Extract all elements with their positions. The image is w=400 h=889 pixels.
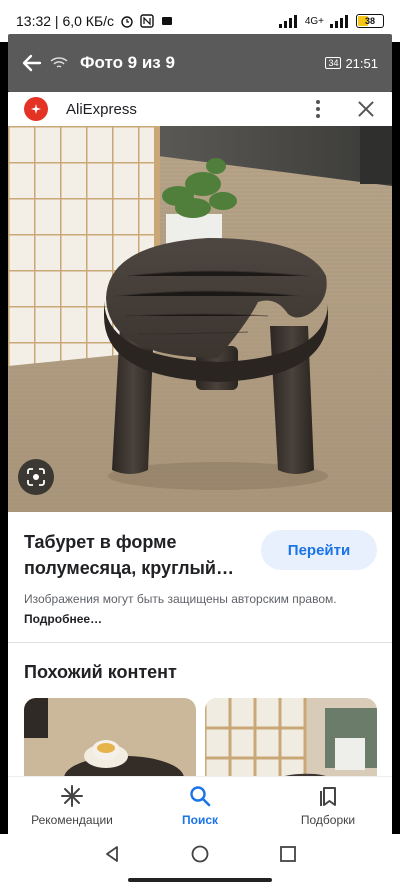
battery-icon: 38 bbox=[356, 14, 384, 28]
recents-square-icon[interactable] bbox=[279, 845, 297, 863]
bottom-navigation: Рекомендации Поиск Подборки bbox=[8, 776, 392, 834]
network-type: 4G+ bbox=[304, 15, 324, 27]
viewer-title: Фото 9 из 9 bbox=[80, 53, 175, 72]
status-time: 13:32 | 6,0 КБ/с bbox=[16, 13, 115, 29]
nav-label: Рекомендации bbox=[31, 812, 113, 827]
viewer-time-area: 34 21:51 bbox=[325, 56, 378, 71]
asterisk-icon bbox=[61, 784, 83, 807]
wifi-signal-icon bbox=[50, 57, 68, 68]
nav-search[interactable]: Поиск bbox=[136, 777, 264, 834]
nav-collections[interactable]: Подборки bbox=[264, 777, 392, 834]
alarm-icon bbox=[121, 16, 133, 28]
product-title[interactable]: Табурет в форме полумесяца, круглый… bbox=[24, 529, 254, 581]
signal-icon bbox=[278, 15, 297, 28]
home-circle-icon[interactable] bbox=[191, 845, 209, 863]
sim-badge: 34 bbox=[325, 57, 342, 69]
search-icon bbox=[190, 785, 211, 806]
divider bbox=[8, 642, 392, 643]
more-options-icon[interactable] bbox=[308, 98, 328, 120]
nav-recommendations[interactable]: Рекомендации bbox=[8, 777, 136, 834]
photo-viewer-header: Фото 9 из 9 34 21:51 bbox=[8, 34, 392, 92]
nav-label: Поиск bbox=[181, 812, 218, 827]
copyright-notice: Изображения могут быть защищены авторски… bbox=[24, 589, 354, 629]
lens-icon bbox=[27, 468, 45, 486]
product-photo[interactable] bbox=[8, 126, 392, 512]
app-notification-icon bbox=[162, 17, 173, 25]
close-icon[interactable] bbox=[356, 99, 376, 119]
aliexpress-logo-icon bbox=[24, 97, 48, 121]
copyright-text: Изображения могут быть защищены авторски… bbox=[24, 592, 337, 606]
google-lens-button[interactable] bbox=[18, 459, 54, 495]
image-detail-sheet: AliExpress Табурет в форме полумесяца, к… bbox=[8, 92, 392, 862]
bookmarks-icon bbox=[320, 786, 336, 806]
system-navigation bbox=[0, 834, 400, 874]
learn-more-link[interactable]: Подробнее… bbox=[24, 612, 102, 626]
signal-icon-2 bbox=[330, 15, 348, 28]
back-arrow-icon[interactable] bbox=[22, 54, 42, 72]
stool-image bbox=[8, 126, 392, 512]
source-row: AliExpress bbox=[8, 92, 392, 126]
product-title-line1: Табурет в форме bbox=[24, 532, 177, 552]
source-name[interactable]: AliExpress bbox=[66, 101, 137, 118]
nfc-icon bbox=[140, 14, 154, 28]
viewer-time: 21:51 bbox=[345, 55, 378, 71]
similar-content-heading: Похожий контент bbox=[24, 662, 177, 682]
nav-label: Подборки bbox=[300, 812, 356, 827]
go-to-site-button[interactable]: Перейти bbox=[261, 530, 377, 570]
product-title-line2: полумесяца, круглый… bbox=[24, 558, 234, 578]
home-indicator[interactable] bbox=[128, 878, 272, 882]
back-triangle-icon[interactable] bbox=[103, 845, 121, 863]
